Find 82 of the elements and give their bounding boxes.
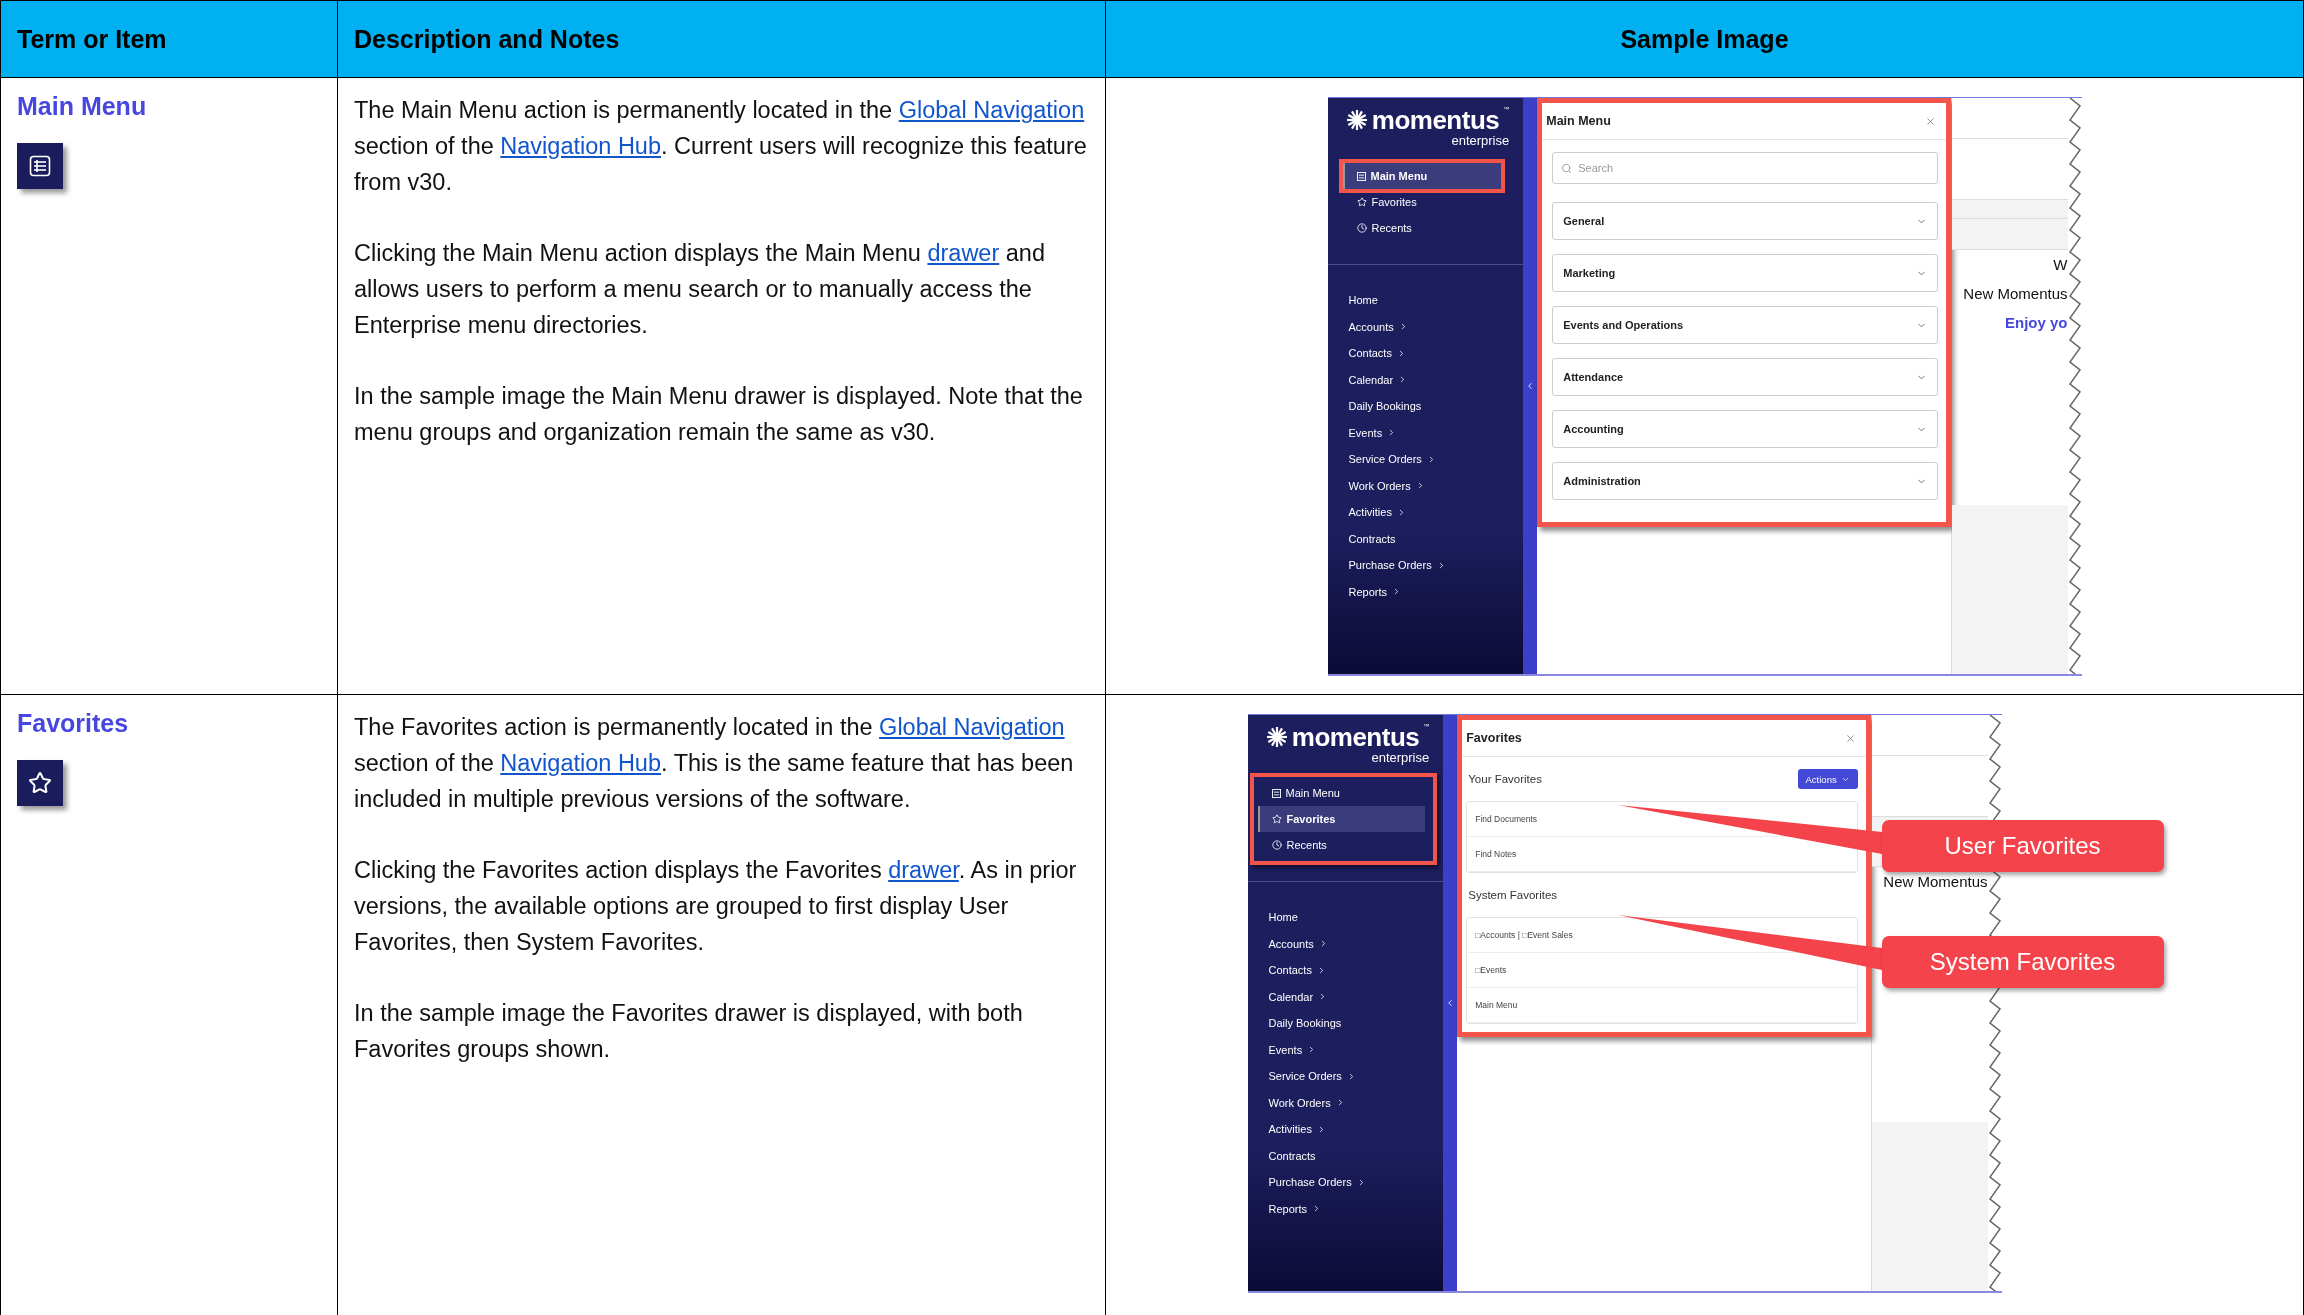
nav-item[interactable]: Accounts — [1268, 930, 1444, 957]
link[interactable]: drawer — [888, 857, 959, 883]
menu-group[interactable]: Marketing — [1552, 254, 1938, 292]
description-paragraph: The Main Menu action is permanently located in the Global Navigation section of the Navigation Hub. Current users will recognize this feature from v30. — [354, 96, 1088, 197]
description-paragraph: Clicking the Favorites action displays the Favorites drawer. As in prior versions, the available options are grouped to first display User Favorites, then System Favorites. — [354, 856, 1078, 957]
nav-item[interactable]: Calendar — [1348, 366, 1524, 393]
quick-link[interactable]: Recents — [1257, 832, 1426, 858]
logo-name: momentus — [1371, 106, 1500, 134]
star-icon — [1356, 197, 1367, 207]
list-icon — [1356, 171, 1366, 181]
list-icon — [1271, 788, 1281, 798]
description-paragraph: Clicking the Main Menu action displays the Main Menu drawer and allows users to perform a menu search or to manually access the Enterprise menu directories. — [354, 239, 1046, 340]
description-paragraph: The Favorites action is permanently located in the Global Navigation section of the Navigation Hub. This is the same feature that has been included in multiple previous versions of the software. — [354, 713, 1075, 814]
clock-icon — [1271, 840, 1282, 850]
link[interactable]: Global Navigation — [879, 714, 1065, 740]
nav-item[interactable]: Activities — [1268, 1116, 1444, 1143]
background-text: Enjoy yo — [2005, 314, 2068, 331]
column-header: Description and Notes — [338, 1, 1106, 78]
nav-item[interactable]: Contacts — [1348, 340, 1524, 367]
nav-item[interactable]: Purchase Orders — [1348, 552, 1524, 579]
collapse-bar[interactable] — [1443, 715, 1458, 1291]
search-placeholder: Search — [1578, 162, 1614, 174]
nav-item[interactable]: Service Orders — [1348, 446, 1524, 473]
menu-group[interactable]: Attendance — [1552, 358, 1938, 396]
nav-item[interactable]: Contracts — [1268, 1142, 1444, 1169]
search-icon — [1561, 162, 1573, 174]
link[interactable]: drawer — [927, 240, 1000, 266]
nav-item[interactable]: Purchase Orders — [1268, 1169, 1444, 1196]
nav-item[interactable]: Home — [1268, 904, 1444, 931]
nav-item[interactable]: Work Orders — [1268, 1089, 1444, 1116]
background-text: New Momentus — [1963, 285, 2068, 302]
callout-label: User Favorites — [1881, 820, 2164, 872]
quick-link[interactable]: Favorites — [1342, 189, 1502, 215]
nav-item[interactable]: Service Orders — [1268, 1063, 1444, 1090]
star-icon — [1271, 814, 1282, 824]
menu-group[interactable]: Events and Operations — [1552, 306, 1938, 344]
clock-icon — [1356, 223, 1367, 233]
description-paragraph: In the sample image the Favorites drawer is displayed, with both Favorites groups shown. — [354, 999, 1024, 1064]
link[interactable]: Navigation Hub — [500, 133, 661, 159]
nav-item[interactable]: Accounts — [1348, 313, 1524, 340]
nav-item[interactable]: Home — [1348, 287, 1524, 314]
close-icon[interactable] — [1844, 732, 1856, 744]
link[interactable]: Global Navigation — [898, 97, 1085, 123]
callout-label: System Favorites — [1881, 936, 2164, 988]
link[interactable]: Navigation Hub — [500, 750, 661, 776]
actions-button[interactable]: Actions — [1797, 769, 1858, 789]
asterisk-icon — [1345, 109, 1368, 131]
drawer-title: Favorites — [1466, 731, 1522, 745]
nav-item[interactable]: Work Orders — [1348, 472, 1524, 499]
logo-name: momentus — [1291, 723, 1420, 751]
nav-item[interactable]: Contacts — [1268, 957, 1444, 984]
quick-link[interactable]: Main Menu — [1257, 780, 1426, 806]
logo-subtitle: enterprise — [1371, 751, 1430, 765]
asterisk-icon — [1265, 726, 1288, 748]
description-paragraph: In the sample image the Main Menu drawer is displayed. Note that the menu groups and organization remain the same as v30. — [354, 382, 1084, 447]
section-title: Your Favorites — [1468, 773, 1542, 785]
quick-link[interactable]: Favorites — [1257, 806, 1426, 832]
nav-item[interactable]: Contracts — [1348, 525, 1524, 552]
drawer-title: Main Menu — [1546, 114, 1611, 128]
column-header: Sample Image — [1106, 1, 2304, 78]
list-icon — [17, 143, 63, 189]
nav-item[interactable]: Reports — [1348, 578, 1524, 605]
term-title: Favorites — [17, 709, 129, 738]
menu-group[interactable]: General — [1552, 202, 1938, 240]
menu-group[interactable]: Accounting — [1552, 410, 1938, 448]
nav-item[interactable]: Activities — [1348, 499, 1524, 526]
favorite-item[interactable]: Main Menu — [1467, 988, 1857, 1023]
nav-item[interactable]: Events — [1268, 1036, 1444, 1063]
nav-item[interactable]: Daily Bookings — [1268, 1010, 1444, 1037]
nav-item[interactable]: Calendar — [1268, 983, 1444, 1010]
logo-subtitle: enterprise — [1451, 134, 1510, 148]
quick-link[interactable]: Recents — [1342, 215, 1502, 241]
background-text: New Momentus — [1883, 873, 1988, 890]
term-title: Main Menu — [17, 92, 147, 121]
column-header: Term or Item — [1, 1, 338, 78]
nav-item[interactable]: Daily Bookings — [1348, 393, 1524, 420]
menu-group[interactable]: Administration — [1552, 462, 1938, 500]
nav-item[interactable]: Reports — [1268, 1195, 1444, 1222]
close-icon[interactable] — [1924, 115, 1936, 127]
background-text: W — [2053, 256, 2068, 273]
nav-item[interactable]: Events — [1348, 419, 1524, 446]
section-title: System Favorites — [1468, 889, 1558, 901]
